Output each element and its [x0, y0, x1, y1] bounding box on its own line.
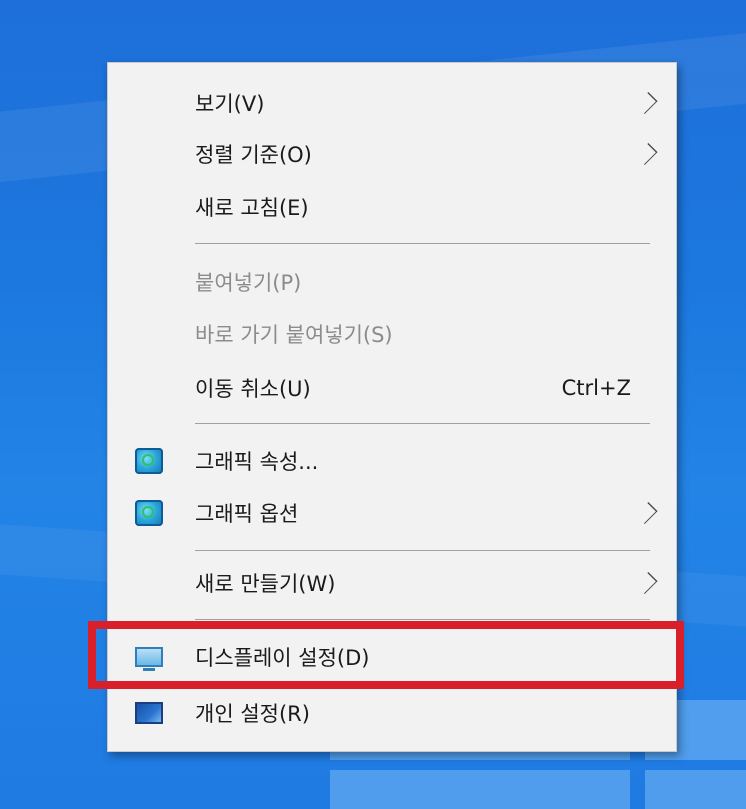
- menu-item-label: 정렬 기준(O): [195, 143, 312, 167]
- menu-item-label: 붙여넣기(P): [195, 271, 302, 295]
- menu-item-graphics-properties[interactable]: 그래픽 속성...: [108, 437, 676, 485]
- intel-graphics-icon: [135, 500, 163, 526]
- menu-item-sort-by[interactable]: 정렬 기준(O): [108, 130, 676, 178]
- menu-item-refresh[interactable]: 새로 고침(E): [108, 183, 676, 231]
- menu-separator: [195, 243, 650, 244]
- menu-separator: [195, 423, 650, 424]
- chevron-right-icon: [635, 142, 658, 166]
- menu-item-paste: 붙여넣기(P): [108, 258, 676, 306]
- chevron-right-icon: [635, 571, 658, 595]
- menu-item-label: 새로 만들기(W): [195, 572, 336, 596]
- menu-item-new[interactable]: 새로 만들기(W): [108, 559, 676, 607]
- menu-item-view[interactable]: 보기(V): [108, 79, 676, 127]
- menu-item-undo-move[interactable]: 이동 취소(U) Ctrl+Z: [108, 364, 676, 412]
- highlight-box: [88, 621, 684, 689]
- menu-item-label: 보기(V): [195, 92, 265, 116]
- menu-item-label: 그래픽 속성...: [195, 450, 319, 474]
- menu-item-paste-shortcut: 바로 가기 붙여넣기(S): [108, 310, 676, 358]
- wallpaper-window-pane: [645, 770, 746, 809]
- menu-item-personalize[interactable]: 개인 설정(R): [108, 689, 676, 737]
- shortcut-text: Ctrl+Z: [561, 376, 631, 400]
- chevron-right-icon: [635, 91, 658, 115]
- menu-separator: [195, 619, 650, 620]
- menu-item-graphics-options[interactable]: 그래픽 옵션: [108, 489, 676, 537]
- menu-item-label: 그래픽 옵션: [195, 502, 299, 526]
- menu-item-label: 새로 고침(E): [195, 196, 309, 220]
- menu-separator: [195, 550, 650, 551]
- menu-item-label: 개인 설정(R): [195, 702, 310, 726]
- menu-item-label: 이동 취소(U): [195, 377, 311, 401]
- wallpaper-window-pane: [330, 770, 630, 809]
- intel-graphics-icon: [135, 448, 163, 474]
- menu-item-label: 바로 가기 붙여넣기(S): [195, 323, 393, 347]
- chevron-right-icon: [635, 501, 658, 525]
- personalize-icon: [135, 702, 163, 724]
